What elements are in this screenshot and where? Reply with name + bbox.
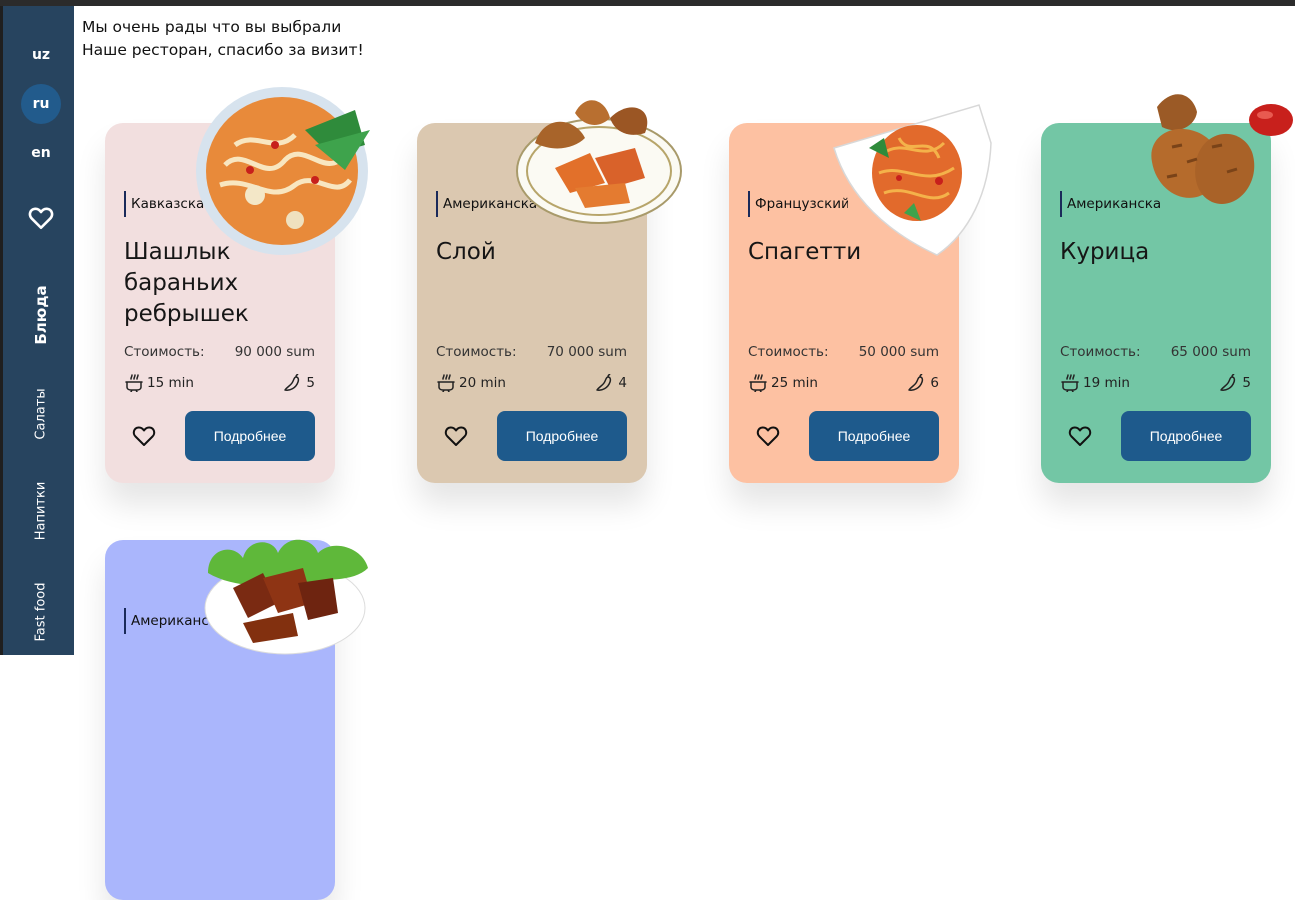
sidebar: uz ru en Блюда Салаты Напитки Fast food [0, 6, 74, 655]
cook-time: 15 min [124, 374, 194, 392]
details-button[interactable]: Подробнее [497, 411, 627, 461]
fried-chicken-wedges-plate-image [516, 100, 682, 224]
details-button[interactable]: Подробнее [809, 411, 939, 461]
nav-dishes[interactable]: Блюда [32, 285, 50, 344]
favorite-heart-icon[interactable] [1068, 425, 1092, 447]
welcome-line-2: Наше ресторан, спасибо за визит! [82, 41, 364, 59]
cook-time-value: 25 min [771, 375, 818, 391]
details-button[interactable]: Подробнее [1121, 411, 1251, 461]
nav-fast-food[interactable]: Fast food [34, 583, 49, 642]
dish-card: Американская кухня Слой Стоимость: 70 00… [417, 100, 682, 483]
cook-time-value: 20 min [459, 375, 506, 391]
chili-pepper-icon [908, 374, 924, 391]
lang-en-button[interactable]: en [21, 133, 61, 173]
welcome-line-1: Мы очень рады что вы выбрали [82, 18, 342, 36]
chili-pepper-icon [596, 374, 612, 391]
chili-pepper-icon [1220, 374, 1236, 391]
details-button[interactable]: Подробнее [185, 411, 315, 461]
dish-price: 65 000 sum [1170, 344, 1251, 360]
spice-level: 4 [594, 374, 627, 392]
nav-salads[interactable]: Салаты [34, 388, 49, 439]
cooking-pot-icon [437, 374, 455, 392]
cook-time-value: 19 min [1083, 375, 1130, 391]
favorites-heart-icon[interactable] [28, 206, 54, 230]
dish-price: 70 000 sum [546, 344, 627, 360]
spice-level-value: 5 [1242, 375, 1251, 391]
spice-level-value: 5 [306, 375, 315, 391]
favorite-heart-icon[interactable] [132, 425, 156, 447]
dish-card: Кавказская кухня Шашлык бараньих ребрыше… [105, 87, 370, 483]
cook-time: 25 min [748, 374, 818, 392]
cooking-pot-icon [125, 374, 143, 392]
top-bar [0, 0, 1295, 6]
favorite-heart-icon[interactable] [444, 425, 468, 447]
cook-time: 19 min [1060, 374, 1130, 392]
spice-level: 5 [282, 374, 315, 392]
price-label: Стоимость: [436, 344, 517, 360]
dish-price: 90 000 sum [234, 344, 315, 360]
spice-level: 5 [1218, 374, 1251, 392]
spice-level-value: 4 [618, 375, 627, 391]
lang-uz-button[interactable]: uz [21, 35, 61, 75]
chili-pepper-icon [284, 374, 300, 391]
fried-chicken-image [1151, 94, 1293, 204]
cook-time: 20 min [436, 374, 506, 392]
noodle-soup-bowl-image [196, 87, 370, 255]
cooking-pot-icon [1061, 374, 1079, 392]
dish-card: Французский Спагетти Стоимость: 50 000 s… [729, 104, 992, 483]
price-label: Стоимость: [1060, 344, 1141, 360]
spice-level: 6 [906, 374, 939, 392]
nav-drinks[interactable]: Напитки [34, 482, 49, 541]
spice-level-value: 6 [930, 375, 939, 391]
dish-title: Слой [436, 239, 496, 265]
lang-ru-button[interactable]: ru [21, 84, 61, 124]
cooking-pot-icon [749, 374, 767, 392]
dish-title: Курица [1060, 239, 1150, 265]
bbq-ribs-plate-image [204, 539, 368, 655]
dish-price: 50 000 sum [858, 344, 939, 360]
welcome-message: Мы очень рады что вы выбрали Наше рестор… [82, 16, 364, 62]
favorite-heart-icon[interactable] [756, 425, 780, 447]
cook-time-value: 15 min [147, 375, 194, 391]
dish-card: Американская кухня [105, 539, 368, 900]
price-label: Стоимость: [748, 344, 829, 360]
spaghetti-plate-image [833, 104, 992, 256]
price-label: Стоимость: [124, 344, 205, 360]
dish-card: Американская кухня Курица Стоимость: 65 … [1041, 94, 1293, 483]
